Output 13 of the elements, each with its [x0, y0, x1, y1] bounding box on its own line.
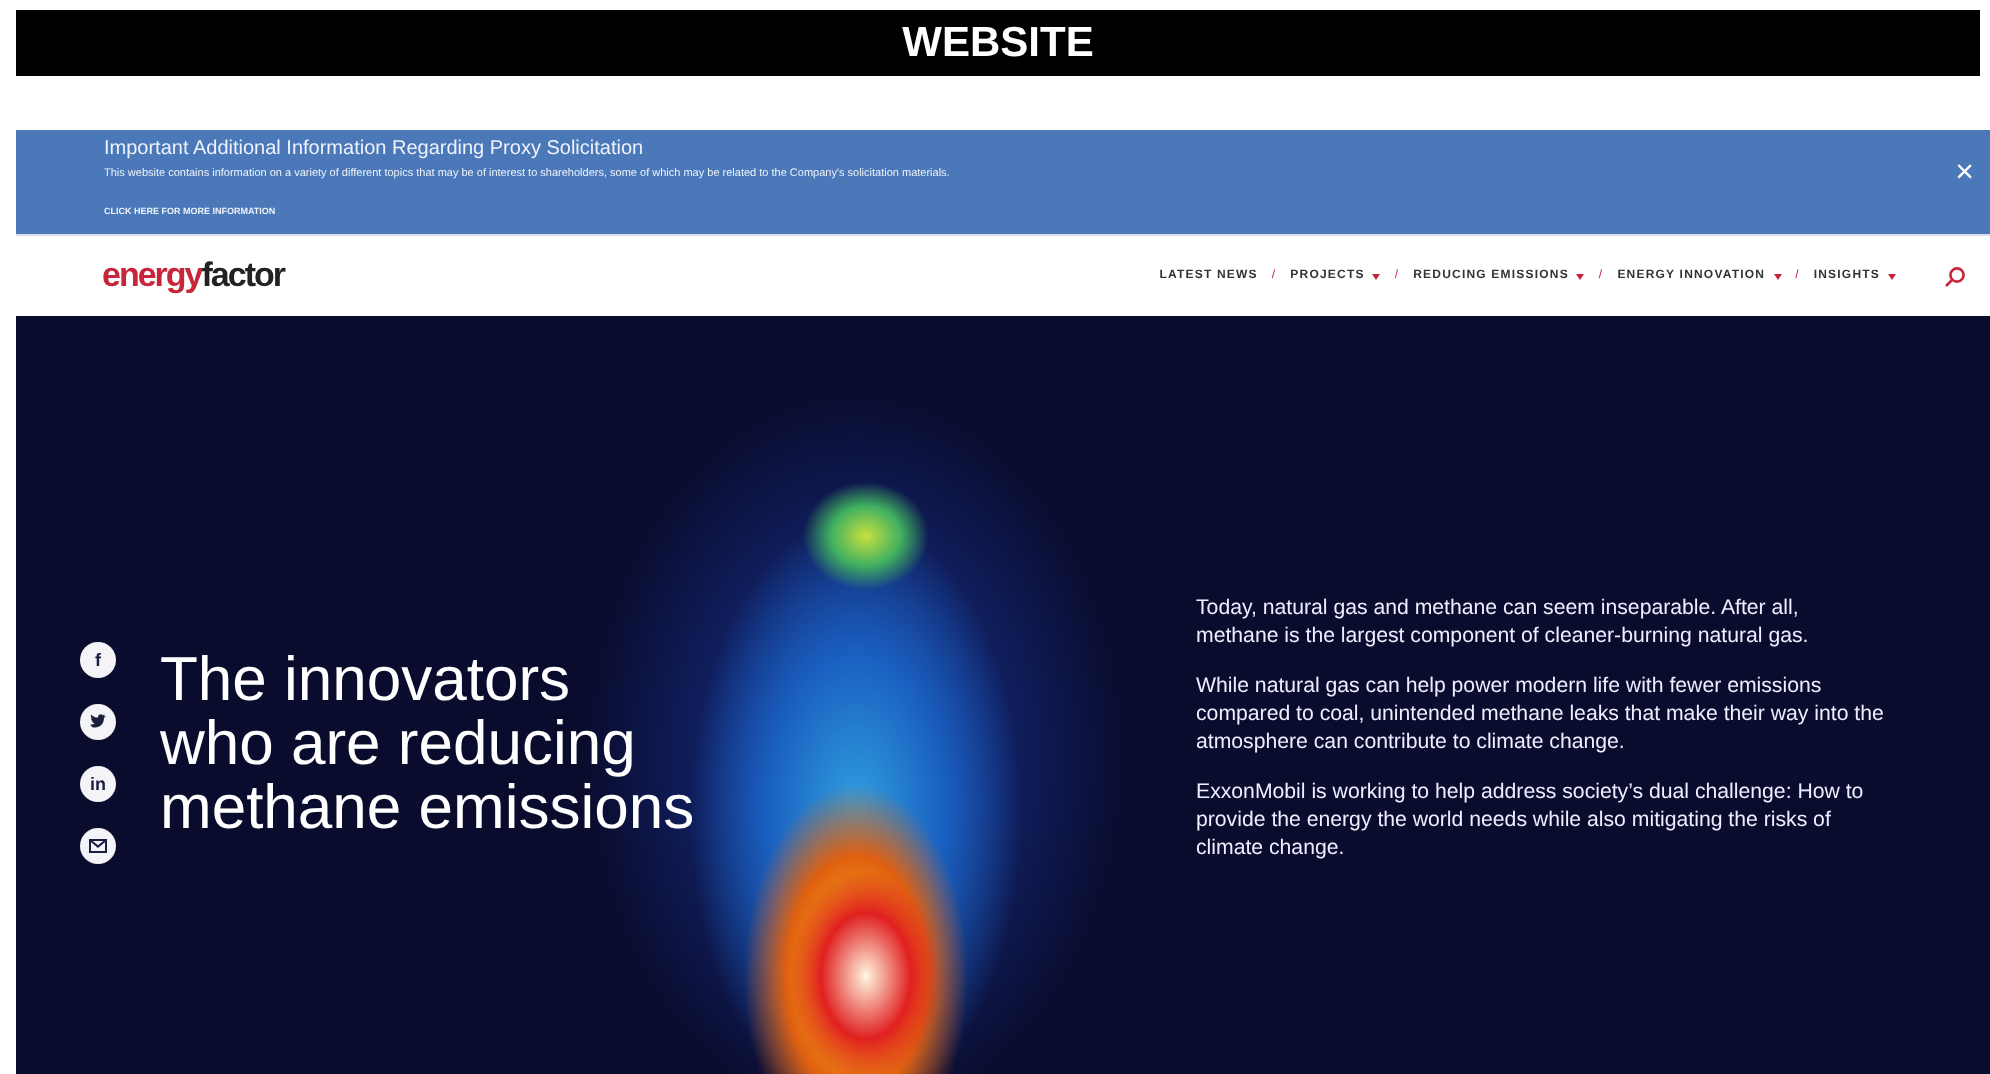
- hero-paragraph: Today, natural gas and methane can seem inseparable. After all, methane is the largest component of cleaner-burning natural gas.: [1196, 593, 1811, 649]
- hero-paragraph: ExxonMobil is working to help address society’s dual challenge: How to provide the energy the world needs while also mitigating the risks of climate change.: [1196, 777, 1866, 861]
- linkedin-icon[interactable]: in: [80, 765, 116, 801]
- logo[interactable]: energyfactor: [102, 256, 284, 296]
- close-button[interactable]: ×: [1955, 158, 1974, 190]
- hero-paragraph: While natural gas can help power modern life with fewer emissions compared to coal, unintended methane leaks that make their way into the atmosphere can contribute to climate change.: [1196, 671, 1886, 755]
- bird-icon[interactable]: [80, 703, 116, 739]
- notice-title: Important Additional Information Regarding Proxy Solicitation: [104, 138, 646, 160]
- search-icon[interactable]: [1944, 265, 1966, 287]
- frame-title: WEBSITE: [902, 19, 1094, 67]
- hero-heading: The innovators who are reducing methane emissions: [160, 648, 697, 840]
- facebook-icon[interactable]: f: [80, 641, 116, 677]
- email-icon[interactable]: [80, 827, 116, 863]
